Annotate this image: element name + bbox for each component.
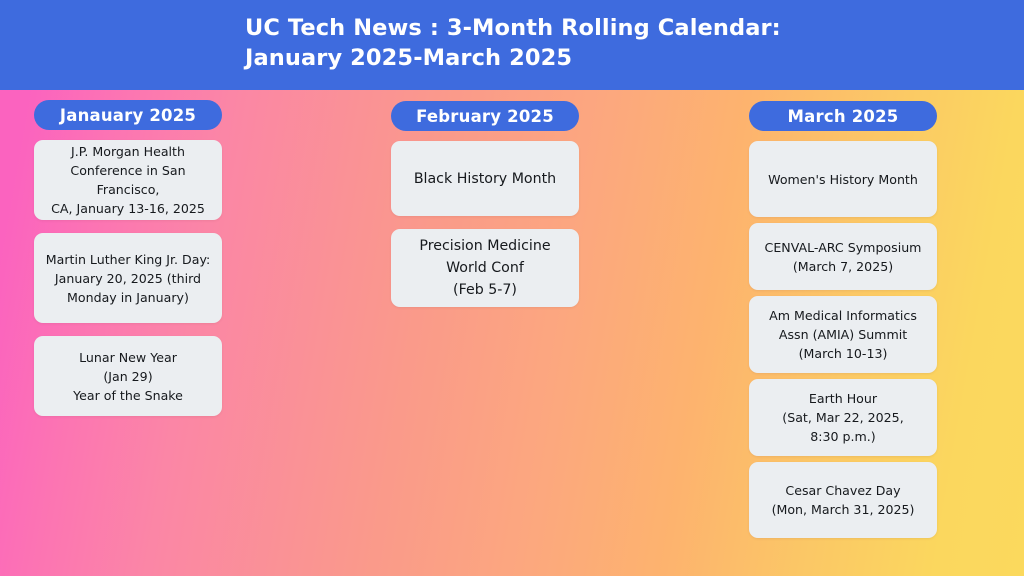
event-list-january: J.P. Morgan Health Conference in San Fra… <box>34 140 222 429</box>
event-list-march: Women's History Month CENVAL-ARC Symposi… <box>749 141 937 544</box>
event-card[interactable]: Martin Luther King Jr. Day: January 20, … <box>34 233 222 323</box>
month-column-january: Janauary 2025 J.P. Morgan Health Confere… <box>34 90 222 429</box>
event-card[interactable]: Women's History Month <box>749 141 937 217</box>
page-title: UC Tech News : 3-Month Rolling Calendar:… <box>245 15 781 71</box>
event-card[interactable]: Lunar New Year (Jan 29) Year of the Snak… <box>34 336 222 416</box>
event-card[interactable]: Precision Medicine World Conf (Feb 5-7) <box>391 229 579 307</box>
event-card[interactable]: Am Medical Informatics Assn (AMIA) Summi… <box>749 296 937 373</box>
month-header-march: March 2025 <box>749 101 937 131</box>
month-columns: Janauary 2025 J.P. Morgan Health Confere… <box>0 90 1024 576</box>
calendar-poster: UC Tech News : 3-Month Rolling Calendar:… <box>0 0 1024 576</box>
event-card[interactable]: Cesar Chavez Day (Mon, March 31, 2025) <box>749 462 937 538</box>
event-card[interactable]: Earth Hour (Sat, Mar 22, 2025, 8:30 p.m.… <box>749 379 937 456</box>
event-list-february: Black History Month Precision Medicine W… <box>391 141 579 320</box>
event-card[interactable]: Black History Month <box>391 141 579 216</box>
header-banner: UC Tech News : 3-Month Rolling Calendar:… <box>0 0 1024 90</box>
month-header-january: Janauary 2025 <box>34 100 222 130</box>
month-header-february: February 2025 <box>391 101 579 131</box>
month-column-february: February 2025 Black History Month Precis… <box>391 90 579 320</box>
event-card[interactable]: J.P. Morgan Health Conference in San Fra… <box>34 140 222 220</box>
event-card[interactable]: CENVAL-ARC Symposium (March 7, 2025) <box>749 223 937 290</box>
month-column-march: March 2025 Women's History Month CENVAL-… <box>749 90 937 544</box>
